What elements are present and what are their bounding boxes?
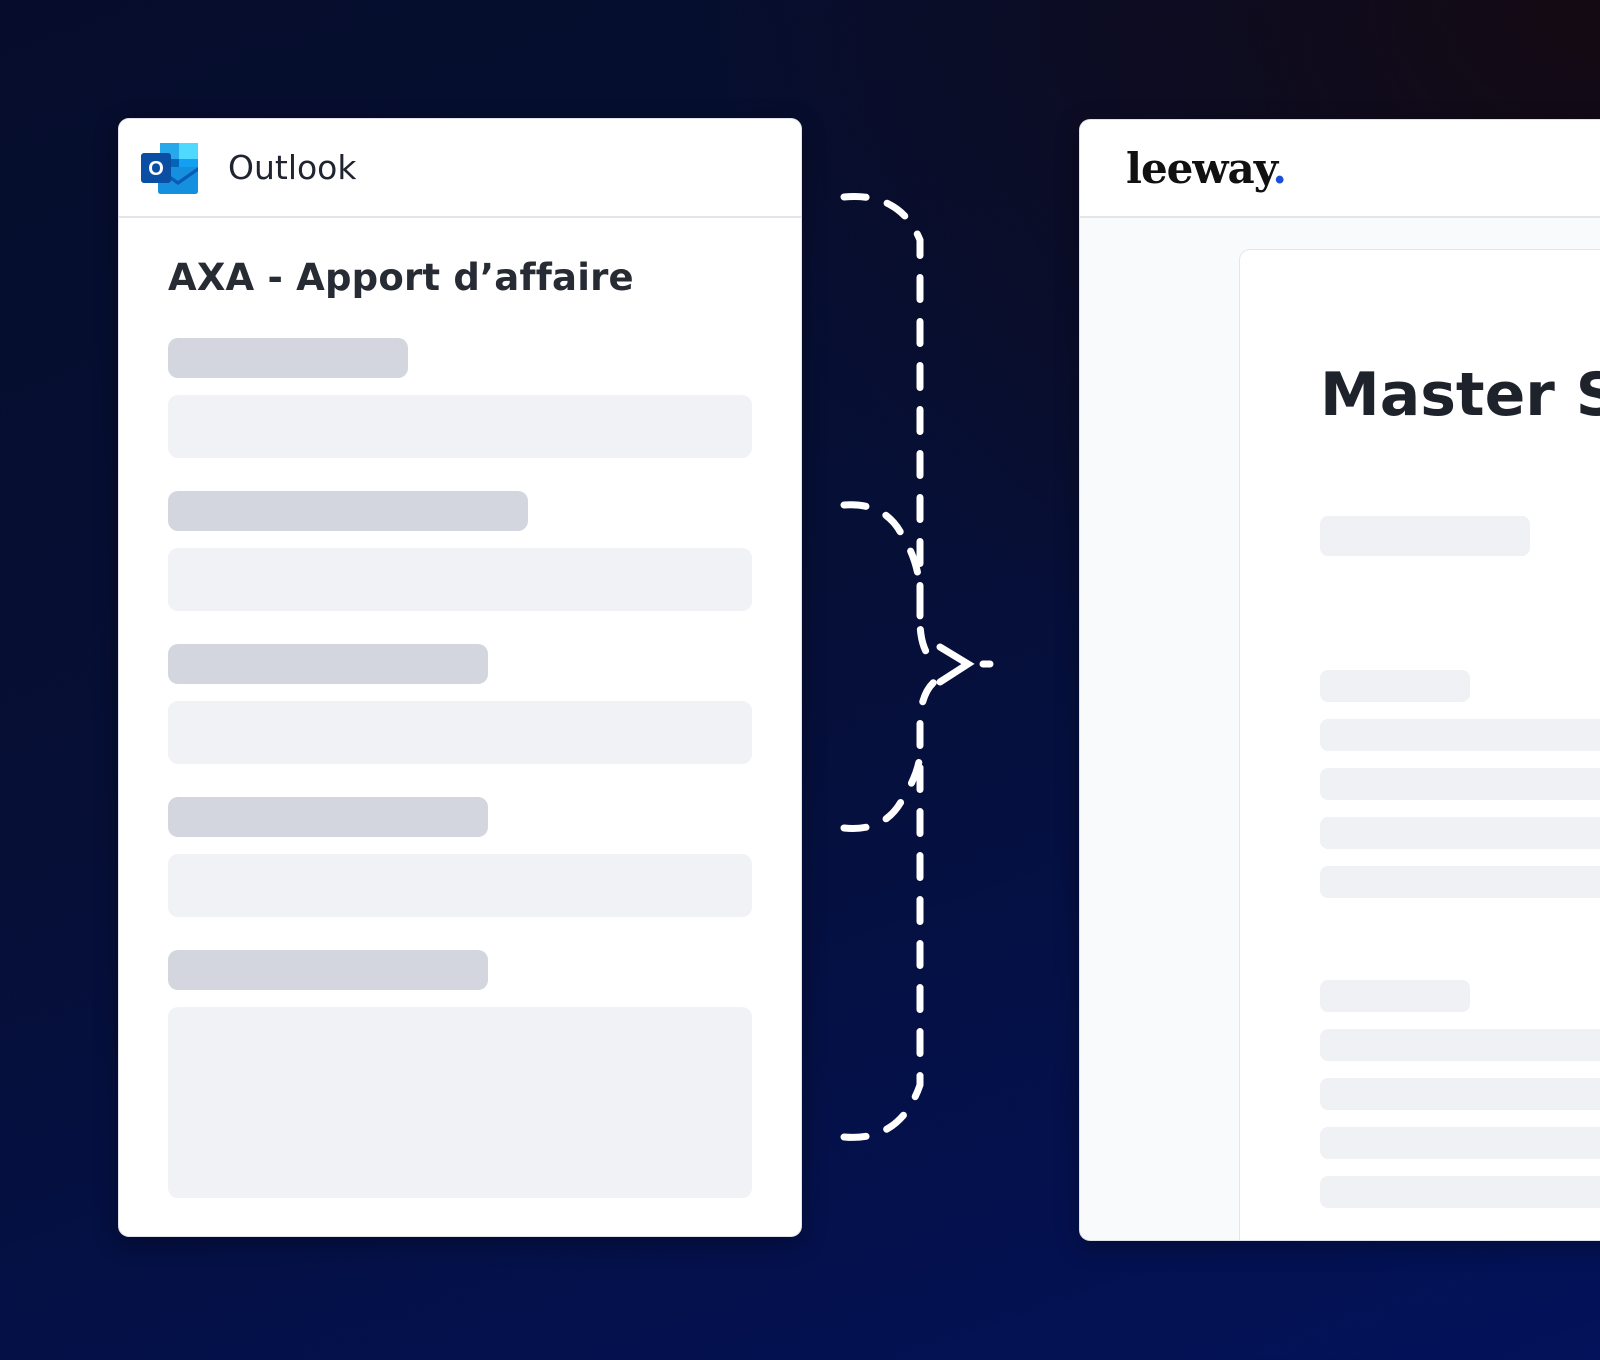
app-title: Outlook	[228, 148, 357, 187]
doc-skeleton-line	[1320, 1127, 1600, 1159]
doc-skeleton-line	[1320, 719, 1600, 751]
doc-skeleton-line	[1320, 1078, 1600, 1110]
outlook-window: O Outlook AXA - Apport d’affaire	[119, 119, 801, 1236]
form-input-placeholder[interactable]	[168, 395, 752, 458]
form-field-label-placeholder	[168, 491, 528, 531]
form-input-placeholder[interactable]	[168, 548, 752, 611]
brace-lower-inner	[840, 721, 924, 832]
doc-skeleton-line	[1320, 1176, 1600, 1208]
leeway-logo-text: leeway	[1126, 143, 1273, 193]
form-input-placeholder[interactable]	[168, 854, 752, 917]
doc-skeleton-line	[1320, 817, 1600, 849]
doc-skeleton-line	[1320, 866, 1600, 898]
form-field-label-placeholder	[168, 950, 488, 990]
arrow-head	[936, 643, 975, 686]
contract-document: Master Se	[1240, 250, 1600, 1240]
leeway-header: leeway.	[1080, 120, 1600, 218]
merge-arrow-connector	[840, 193, 994, 1141]
brace-upper-inner	[840, 501, 924, 624]
doc-skeleton-section-heading	[1320, 670, 1470, 702]
email-form: AXA - Apport d’affaire	[119, 218, 801, 1198]
leeway-window: leeway. Master Se	[1080, 120, 1600, 1240]
doc-skeleton-line	[1320, 768, 1600, 800]
email-subject: AXA - Apport d’affaire	[168, 256, 634, 299]
outlook-logo-icon: O	[141, 142, 198, 194]
field-list	[168, 338, 752, 1198]
form-input-placeholder[interactable]	[168, 701, 752, 764]
leeway-logo-dot: .	[1272, 143, 1287, 193]
doc-skeleton-line	[1320, 1029, 1600, 1061]
form-field-label-placeholder	[168, 797, 488, 837]
doc-skeleton-subtitle	[1320, 516, 1530, 556]
document-title: Master Se	[1320, 360, 1600, 430]
brace-lower-outer	[840, 678, 938, 1141]
form-field-label-placeholder	[168, 644, 488, 684]
doc-skeleton-section-heading	[1320, 980, 1470, 1012]
outlook-header: O Outlook	[119, 119, 801, 218]
form-field-label-placeholder	[168, 338, 408, 378]
leeway-logo: leeway.	[1126, 143, 1287, 193]
svg-text:O: O	[148, 158, 164, 180]
form-textarea-placeholder[interactable]	[168, 1007, 752, 1198]
